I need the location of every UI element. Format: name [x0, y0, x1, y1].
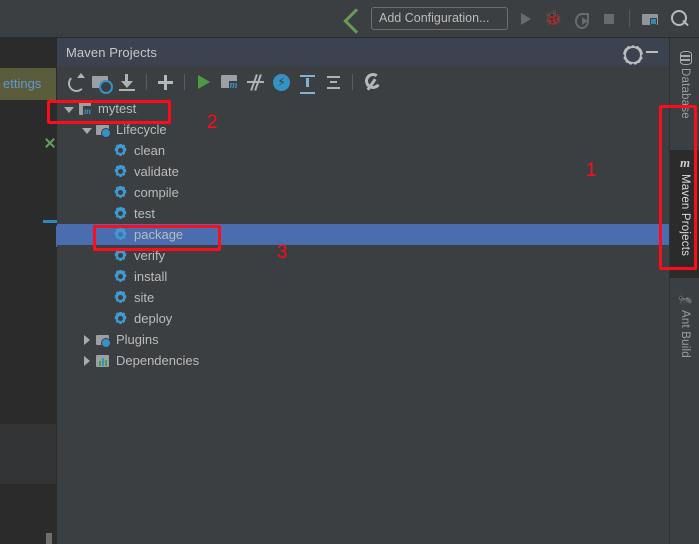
- goal-gear-icon: [113, 206, 129, 222]
- run-with-coverage-icon[interactable]: [570, 8, 592, 30]
- expand-all-icon[interactable]: [295, 70, 320, 95]
- goal-gear-icon: [113, 164, 129, 180]
- tree-row-label: Plugins: [116, 332, 159, 347]
- tree-row-label: validate: [134, 164, 179, 179]
- close-x-icon: [44, 137, 56, 149]
- dependencies-icon: [95, 353, 111, 369]
- tree-row-test[interactable]: test: [57, 203, 669, 224]
- collapse-all-icon[interactable]: [321, 70, 346, 95]
- download-icon[interactable]: [115, 70, 140, 95]
- skip-tests-icon[interactable]: [243, 70, 268, 95]
- editor-background-secondary: [0, 424, 56, 484]
- tree-row-clean[interactable]: clean: [57, 140, 669, 161]
- offline-mode-icon[interactable]: [269, 70, 294, 95]
- ant-icon: [677, 291, 693, 307]
- tree-row-label: site: [134, 290, 155, 305]
- debug-icon[interactable]: [542, 8, 564, 30]
- tool-tab-label: Ant Build: [679, 310, 691, 358]
- annotation-number-3: 3: [277, 242, 288, 263]
- tree-row-deploy[interactable]: deploy: [57, 308, 669, 329]
- maven-project-tree[interactable]: mytestLifecyclecleanvalidatecompiletestp…: [57, 98, 669, 544]
- goal-gear-icon: [113, 290, 129, 306]
- chevron-right-icon[interactable]: [81, 355, 93, 367]
- screenshot-root: ettings Maven Projects m ⚡ m mytest Life…: [0, 0, 699, 544]
- annotation-box-mytest: [47, 100, 171, 124]
- tree-row-validate[interactable]: validate: [57, 161, 669, 182]
- annotation-number-1: 1: [586, 160, 597, 181]
- toolbar-divider: [629, 10, 630, 27]
- tree-row-label: deploy: [134, 311, 173, 326]
- run-icon[interactable]: [514, 8, 536, 30]
- chevron-right-icon[interactable]: [81, 334, 93, 346]
- tree-row-label: install: [134, 269, 168, 284]
- maven-toolbar: [57, 66, 669, 98]
- editor-tab-settings[interactable]: ettings: [0, 68, 56, 100]
- minimize-icon[interactable]: [644, 44, 660, 60]
- chevron-down-icon[interactable]: [81, 124, 93, 136]
- goal-gear-icon: [113, 143, 129, 159]
- tree-row-label: clean: [134, 143, 166, 158]
- tree-row-plugins[interactable]: Plugins: [57, 329, 669, 350]
- tool-tab-ant-build[interactable]: Ant Build: [670, 286, 699, 378]
- database-icon: [677, 49, 693, 65]
- annotation-box-package: [93, 225, 221, 251]
- editor-tab-settings-label: ettings: [3, 76, 42, 91]
- toolbar-divider: [184, 74, 185, 90]
- back-arrow-icon[interactable]: [343, 8, 365, 30]
- tree-row-label: compile: [134, 185, 179, 200]
- tree-row-label: test: [134, 206, 155, 221]
- plugins-folder-icon: [95, 332, 111, 348]
- wrench-icon[interactable]: [359, 70, 384, 95]
- goal-gear-icon: [113, 185, 129, 201]
- search-everywhere-icon[interactable]: [667, 7, 691, 31]
- editor-background: [0, 138, 56, 424]
- tool-window-title: Maven Projects: [66, 44, 157, 60]
- editor-code-fragment: [43, 220, 57, 223]
- editor-scrollbar-thumb[interactable]: [46, 533, 52, 544]
- stop-icon[interactable]: [598, 8, 620, 30]
- plus-icon[interactable]: [153, 70, 178, 95]
- annotation-box-maven-tab: [659, 105, 697, 270]
- play-icon[interactable]: [191, 70, 216, 95]
- maven-goal-icon[interactable]: [217, 70, 242, 95]
- project-structure-icon[interactable]: [639, 8, 661, 30]
- ide-top-toolbar: Add Configuration...: [0, 0, 699, 38]
- tree-row-label: Lifecycle: [116, 122, 167, 137]
- tree-row-site[interactable]: site: [57, 287, 669, 308]
- add-configuration-button[interactable]: Add Configuration...: [371, 7, 508, 30]
- tree-row-compile[interactable]: compile: [57, 182, 669, 203]
- annotation-number-2: 2: [207, 112, 218, 133]
- ide-toolbar-actions: Add Configuration...: [343, 7, 699, 31]
- toolbar-divider: [352, 74, 353, 90]
- toolbar-divider: [146, 74, 147, 90]
- goal-gear-icon: [113, 311, 129, 327]
- refresh-icon[interactable]: [63, 70, 88, 95]
- tree-row-label: Dependencies: [116, 353, 200, 368]
- gear-icon[interactable]: [622, 44, 638, 60]
- tool-window-header-actions: [622, 44, 669, 60]
- tree-row-install[interactable]: install: [57, 266, 669, 287]
- goal-gear-icon: [113, 269, 129, 285]
- tool-window-header: Maven Projects: [57, 38, 669, 66]
- folder-sync-icon[interactable]: [89, 70, 114, 95]
- tree-row-dependencies[interactable]: Dependencies: [57, 350, 669, 371]
